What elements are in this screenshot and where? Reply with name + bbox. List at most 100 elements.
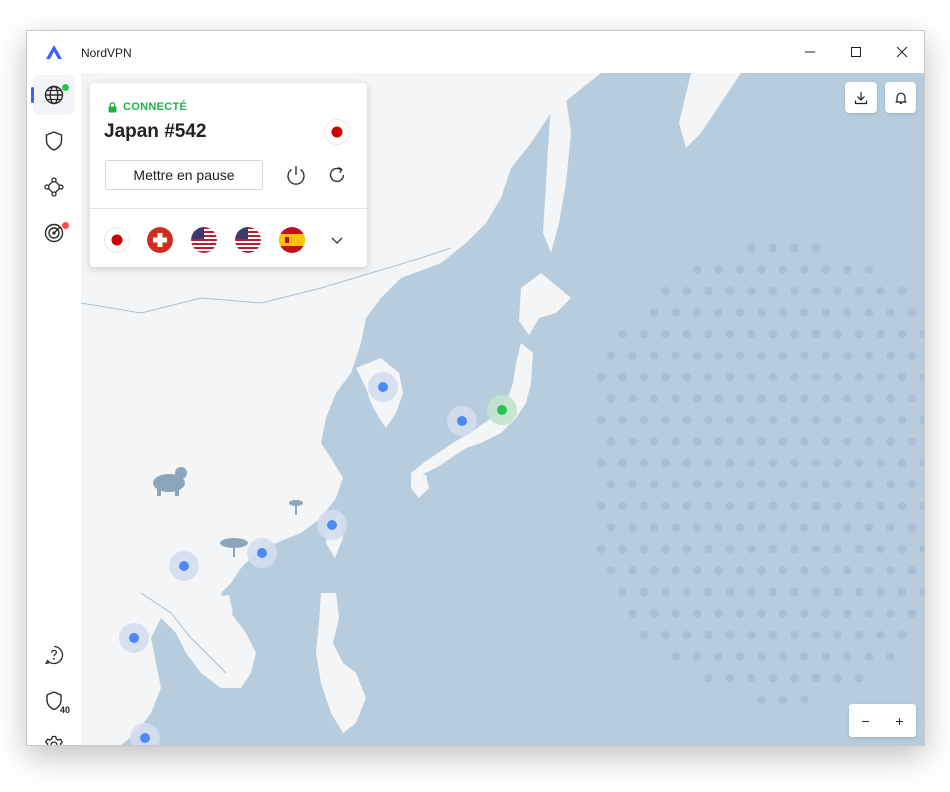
ocean-dot bbox=[897, 415, 907, 425]
ocean-dot bbox=[778, 437, 788, 446]
ocean-dot bbox=[800, 695, 809, 704]
ocean-dot bbox=[907, 523, 917, 532]
ocean-dot bbox=[725, 630, 735, 640]
server-pin-taiwan[interactable] bbox=[327, 520, 337, 530]
sidebar-item-dark-web-monitor[interactable] bbox=[33, 213, 75, 253]
ocean-dot bbox=[768, 243, 778, 253]
ocean-dot bbox=[811, 501, 821, 511]
sidebar-item-security[interactable] bbox=[33, 121, 75, 161]
ocean-dot bbox=[692, 609, 702, 618]
maximize-button[interactable] bbox=[833, 31, 879, 73]
ocean-dot bbox=[843, 480, 852, 489]
ocean-dot bbox=[854, 673, 864, 683]
sidebar-item-meshnet[interactable] bbox=[33, 167, 75, 207]
ocean-dot bbox=[886, 394, 895, 403]
ocean-dot bbox=[919, 415, 924, 425]
ocean-dot bbox=[811, 673, 821, 683]
ocean-dot bbox=[725, 372, 735, 382]
ocean-dot bbox=[725, 544, 735, 554]
ocean-dot bbox=[692, 351, 702, 360]
ocean-dot bbox=[596, 544, 606, 554]
ocean-dot bbox=[800, 652, 809, 661]
recent-country-usa[interactable] bbox=[191, 227, 217, 253]
notifications-button[interactable] bbox=[885, 82, 916, 113]
ocean-dot bbox=[833, 587, 842, 597]
ocean-dot bbox=[747, 243, 756, 253]
ocean-dot bbox=[747, 372, 756, 382]
download-button[interactable] bbox=[845, 82, 877, 113]
ocean-dot bbox=[682, 458, 692, 468]
ocean-dot bbox=[778, 308, 788, 317]
ocean-dot bbox=[833, 544, 842, 554]
ocean-dot bbox=[596, 458, 606, 468]
ocean-dot bbox=[886, 652, 895, 661]
ocean-dot bbox=[897, 458, 907, 468]
recent-country-spain[interactable] bbox=[279, 227, 305, 253]
ocean-dot bbox=[876, 544, 885, 554]
server-pin-hong-kong[interactable] bbox=[257, 548, 267, 558]
ocean-dot bbox=[800, 566, 809, 575]
server-pin-vietnam[interactable] bbox=[179, 561, 189, 571]
pause-button[interactable]: Mettre en pause bbox=[105, 160, 263, 190]
lock-icon bbox=[108, 101, 117, 112]
threat-protection-button[interactable]: 40 bbox=[33, 681, 75, 721]
close-icon bbox=[896, 46, 908, 58]
zoom-in-button[interactable]: + bbox=[883, 704, 916, 737]
server-pin-japan-tokyo[interactable] bbox=[497, 405, 507, 415]
ocean-dot bbox=[790, 587, 799, 597]
ocean-dot bbox=[606, 351, 616, 360]
reconnect-button[interactable] bbox=[324, 162, 350, 188]
ocean-dot bbox=[618, 329, 627, 339]
ocean-dot bbox=[768, 501, 778, 511]
ocean-dot bbox=[596, 372, 606, 382]
ocean-dot bbox=[768, 415, 778, 425]
ocean-dot bbox=[757, 695, 766, 704]
close-button[interactable] bbox=[879, 31, 924, 73]
ocean-dot bbox=[833, 458, 842, 468]
ocean-dot bbox=[661, 544, 670, 554]
ocean-dot bbox=[778, 523, 788, 532]
ocean-dot bbox=[649, 566, 659, 575]
ocean-dot bbox=[919, 501, 924, 511]
ocean-dot bbox=[618, 415, 627, 425]
ocean-dot bbox=[854, 329, 864, 339]
ocean-dot bbox=[682, 372, 692, 382]
ocean-dot bbox=[682, 544, 692, 554]
server-pin-thailand[interactable] bbox=[129, 633, 139, 643]
ocean-dot bbox=[714, 566, 723, 575]
ocean-dot bbox=[821, 308, 831, 317]
ocean-dot bbox=[821, 609, 831, 618]
recent-country-japan[interactable] bbox=[104, 227, 130, 253]
ocean-dot bbox=[876, 415, 885, 425]
ocean-dot bbox=[864, 523, 874, 532]
ocean-dot bbox=[843, 437, 852, 446]
server-pin-japan-osaka[interactable] bbox=[457, 416, 467, 426]
ocean-dot bbox=[768, 329, 778, 339]
ocean-dot bbox=[757, 609, 766, 618]
settings-button[interactable] bbox=[33, 725, 75, 745]
ocean-dot bbox=[790, 329, 799, 339]
ocean-dot bbox=[649, 523, 659, 532]
recent-country-switzerland[interactable] bbox=[147, 227, 173, 253]
recent-country-usa[interactable] bbox=[235, 227, 261, 253]
ocean-dot bbox=[886, 437, 895, 446]
ocean-dot bbox=[735, 394, 745, 403]
ocean-dot bbox=[864, 566, 874, 575]
zoom-out-button[interactable]: − bbox=[849, 704, 882, 737]
minimize-button[interactable] bbox=[787, 31, 833, 73]
ocean-dot bbox=[618, 587, 627, 597]
ocean-dot bbox=[682, 587, 692, 597]
expand-recents-button[interactable] bbox=[324, 227, 350, 253]
disconnect-button[interactable] bbox=[283, 162, 309, 188]
ocean-dot bbox=[843, 394, 852, 403]
ocean-dot bbox=[747, 630, 756, 640]
ocean-dot bbox=[790, 372, 799, 382]
ocean-dot bbox=[692, 523, 702, 532]
server-pin-malaysia[interactable] bbox=[140, 733, 150, 743]
server-pin-korea[interactable] bbox=[378, 382, 388, 392]
help-button[interactable] bbox=[33, 635, 75, 675]
ocean-dot bbox=[747, 458, 756, 468]
sidebar-item-countries[interactable] bbox=[31, 75, 75, 115]
ocean-dot bbox=[821, 394, 831, 403]
ocean-dot bbox=[876, 286, 885, 296]
